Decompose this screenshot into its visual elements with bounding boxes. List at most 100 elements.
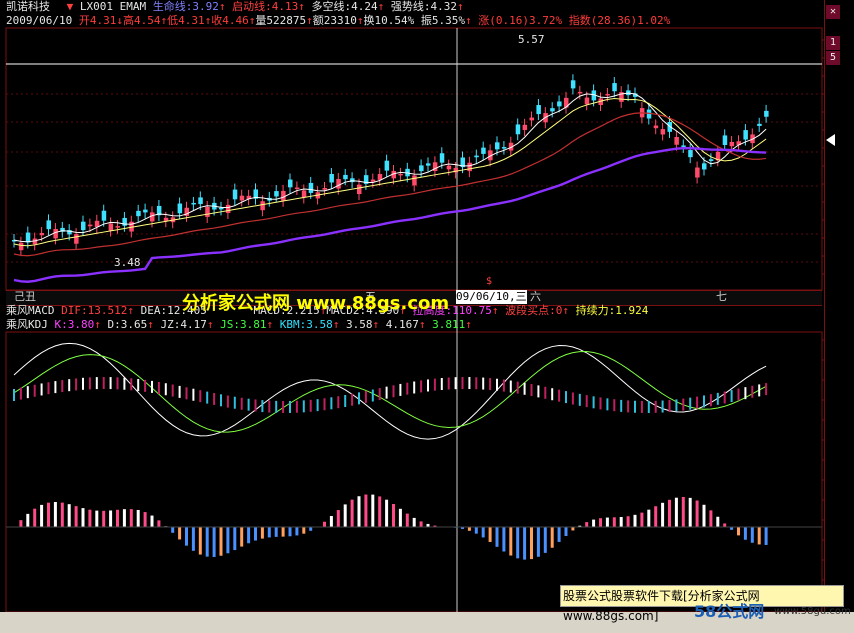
lifeline-value: 3.92 <box>192 0 219 13</box>
candle-body <box>260 201 265 211</box>
kdj-value-3: 3.811 <box>432 318 466 331</box>
candle-body <box>439 153 445 163</box>
logo-url: www.58gu.com <box>774 606 851 617</box>
longshort-label: 多空线: <box>311 0 352 13</box>
candle-body <box>18 242 24 251</box>
formula-name[interactable]: LX001 <box>80 0 113 13</box>
candle-body <box>53 228 58 239</box>
quote-low: 4.31 <box>178 14 205 27</box>
candle-body <box>357 184 362 195</box>
candle-body <box>612 83 617 92</box>
candle-body <box>350 178 355 183</box>
macd-hot: 110.75 <box>452 304 492 317</box>
price-panel-border <box>5 27 823 291</box>
right-panel-button-2[interactable]: 5 <box>826 51 840 65</box>
candle-body <box>570 80 576 89</box>
price-max-label: 5.57 <box>518 33 545 46</box>
candle-body <box>674 137 679 145</box>
close-icon[interactable]: ✕ <box>826 5 840 19</box>
quote-date: 2009/06/10 <box>6 14 73 27</box>
right-axis-panel <box>824 0 854 633</box>
formula-name-2: EMAM <box>119 0 147 13</box>
candle-body <box>584 97 590 105</box>
candle-body <box>143 209 148 213</box>
candle-body <box>501 147 507 149</box>
price-min-label: 3.48 <box>114 256 141 269</box>
candle-body <box>653 125 659 129</box>
candle-body <box>764 110 769 117</box>
candle-body <box>577 91 583 94</box>
watermark-text: 分析家公式网 www.88gs.com <box>182 293 450 314</box>
start-label: 启动线: <box>232 0 272 13</box>
candle-body <box>722 135 728 146</box>
quote-high: 4.54 <box>133 14 161 27</box>
candle-body <box>412 175 417 186</box>
candle-body <box>660 129 666 135</box>
logo-brand: 58公式网 <box>694 602 765 621</box>
quote-close: 4.46 <box>222 14 249 27</box>
candle-body <box>74 234 79 244</box>
kdj-value-1: 3.58 <box>346 318 373 331</box>
candle-body <box>239 195 245 201</box>
candle-body <box>557 101 562 107</box>
candle-body <box>681 145 686 147</box>
candle-body <box>81 221 86 231</box>
candle-body <box>25 232 31 243</box>
candle-body <box>39 233 45 236</box>
candle-body <box>446 165 452 170</box>
candle-body <box>301 190 307 198</box>
quote-change-pct: 3.72% <box>528 14 563 27</box>
candle-body <box>708 159 714 162</box>
quote-open: 4.31 <box>89 14 117 27</box>
kdj-name[interactable]: 乘风KDJ <box>6 318 48 331</box>
candle-body <box>288 179 293 188</box>
kdj-legend: 乘风KDJ K:3.80↑ D:3.65↑ JZ:4.17↑ JS:3.81↑ … <box>6 318 472 331</box>
kdj-d-line <box>13 351 767 433</box>
date-label-1: 己丑 <box>14 290 36 303</box>
candle-body <box>474 155 479 158</box>
candle-body <box>232 189 238 200</box>
candle-body <box>729 141 735 147</box>
kdj-js: 3.81 <box>240 318 267 331</box>
candle-body <box>536 105 541 115</box>
index-change-pct: 1.02% <box>637 14 671 27</box>
candle-body <box>136 210 141 217</box>
candle-body <box>322 188 327 190</box>
candle-body <box>177 203 183 214</box>
price-pointer-icon <box>826 134 835 146</box>
stock-name: 凯诺科技 <box>6 0 50 13</box>
candle-body <box>115 226 120 228</box>
quote-change: (0.16) <box>489 14 529 27</box>
macd-name[interactable]: 乘风MACD <box>6 304 55 317</box>
kdj-d: 3.65 <box>120 318 148 331</box>
candle-body <box>101 210 107 221</box>
start-value: 4.13 <box>271 0 299 13</box>
candle-body <box>695 167 700 178</box>
site-logo[interactable]: 58公式网 www.58gu.com <box>690 598 851 630</box>
candle-body <box>522 124 528 131</box>
right-panel-button-1[interactable]: 1 <box>826 36 840 50</box>
date-label-3: 六 <box>530 290 541 303</box>
candle-body <box>384 160 390 171</box>
candle-body <box>191 202 196 205</box>
candle-body <box>419 165 424 172</box>
cursor-date-label: 09/06/10,三 <box>456 290 527 304</box>
quote-amount: 23310 <box>323 14 357 27</box>
candle-body <box>481 147 486 154</box>
candle-body <box>329 173 334 183</box>
candle-body <box>198 197 203 205</box>
candle-body <box>426 163 431 166</box>
event-flag[interactable]: $ <box>486 276 492 287</box>
candle-body <box>308 182 314 193</box>
candle-body <box>205 206 210 217</box>
candle-body <box>757 123 762 126</box>
candle-body <box>550 108 555 112</box>
longshort-value: 4.24 <box>351 0 378 13</box>
kdj-value-2: 4.167 <box>385 318 419 331</box>
kdj-jz: 4.17 <box>180 318 207 331</box>
candle-body <box>495 142 500 150</box>
kdj-k-line <box>13 342 767 440</box>
date-label-4: 七 <box>716 290 727 303</box>
candle-body <box>294 187 300 190</box>
quote-bar: 2009/06/10 开4.31↓高4.54↑低4.31↑收4.46↑量5228… <box>6 14 671 27</box>
